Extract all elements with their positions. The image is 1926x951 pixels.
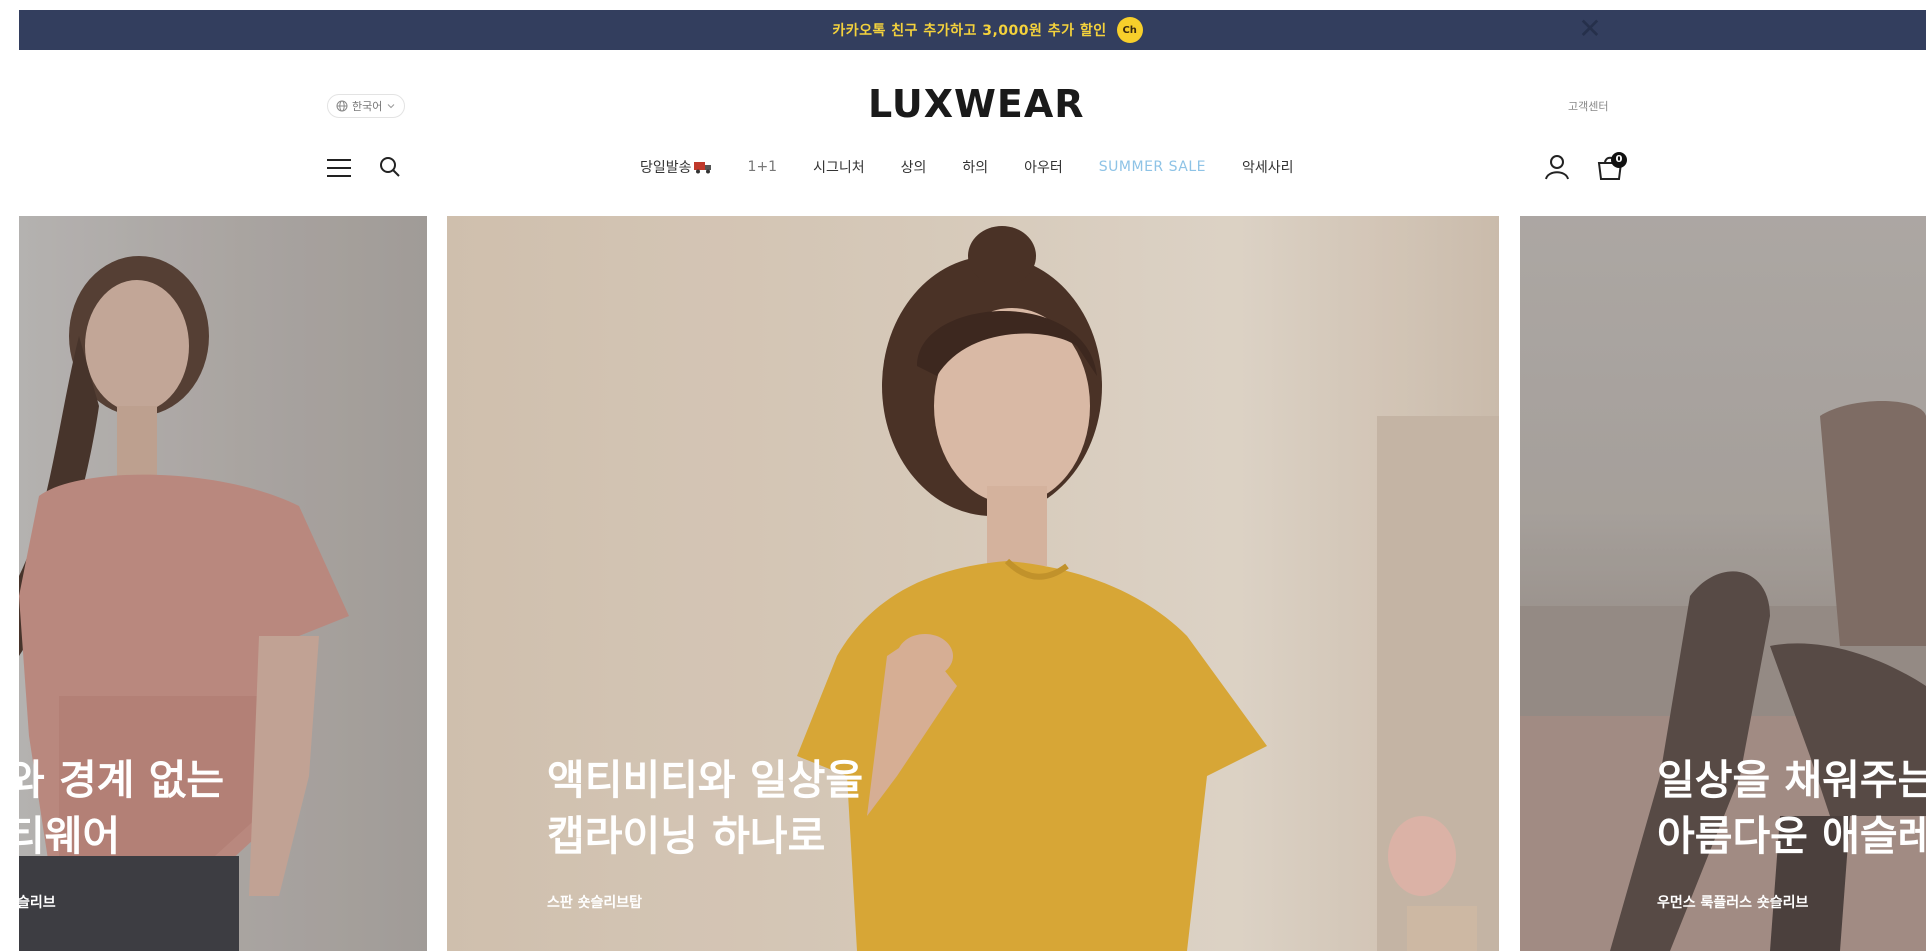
slide-title-line: 일상을 채워주는 — [1657, 756, 1926, 804]
customer-center-link[interactable]: 고객센터 — [1568, 98, 1608, 114]
nav-item-same-day-shipping[interactable]: 당일발송 — [640, 157, 712, 177]
slide-title: 일상을 채워주는 아름다운 애슬레 — [1657, 752, 1926, 864]
nav-item-outer[interactable]: 아우터 — [1024, 157, 1063, 177]
language-selector[interactable]: 한국어 — [327, 94, 406, 118]
slide-title-line: 와 경계 없는 — [19, 756, 225, 804]
slide-title: 액티비티와 일상을 캡라이닝 하나로 — [547, 752, 863, 864]
nav-item-summer-sale[interactable]: SUMMER SALE — [1099, 159, 1206, 175]
banner-slide-previous[interactable]: 와 경계 없는 티웨어 슬리브 — [19, 216, 427, 951]
truck-icon — [693, 162, 711, 174]
user-icon[interactable] — [1544, 153, 1570, 181]
promo-text[interactable]: 카카오톡 친구 추가하고 3,000원 추가 할인 — [832, 20, 1106, 40]
language-label: 한국어 — [352, 100, 383, 113]
cart-count-badge: 0 — [1611, 152, 1627, 168]
slide-title-line: 액티비티와 일상을 — [547, 756, 864, 804]
nav-item-bottoms[interactable]: 하의 — [962, 157, 988, 177]
hamburger-menu-icon[interactable] — [326, 156, 352, 180]
banner-slide-active[interactable]: 액티비티와 일상을 캡라이닝 하나로 스판 숏슬리브탑 — [447, 216, 1499, 951]
promo-banner[interactable]: 카카오톡 친구 추가하고 3,000원 추가 할인 Ch ✕ — [19, 10, 1926, 50]
slide-subtitle: 스판 숏슬리브탑 — [547, 895, 643, 911]
slide-title: 와 경계 없는 티웨어 — [19, 752, 224, 864]
kakao-channel-icon[interactable]: Ch — [1116, 17, 1143, 43]
slide-subtitle: 슬리브 — [19, 895, 56, 911]
nav-item-1plus1[interactable]: 1+1 — [748, 159, 778, 175]
nav-item-label: 당일발송 — [640, 160, 692, 176]
search-icon[interactable] — [378, 155, 402, 179]
banner-slide-next[interactable]: 일상을 채워주는 아름다운 애슬레 우먼스 룩플러스 숏슬리브 — [1520, 216, 1926, 951]
nav-item-tops[interactable]: 상의 — [901, 157, 927, 177]
nav-item-accessories[interactable]: 악세사리 — [1242, 157, 1294, 177]
nav-item-signature[interactable]: 시그니처 — [813, 157, 865, 177]
main-navigation: 당일발송 1+1 시그니처 상의 하의 아우터 SUMMER SALE 악세사리 — [640, 155, 1330, 179]
slide-subtitle: 우먼스 룩플러스 숏슬리브 — [1657, 895, 1809, 911]
close-icon[interactable]: ✕ — [1577, 15, 1603, 43]
site-logo[interactable]: LUXWEAR — [868, 82, 1084, 126]
chevron-down-icon — [388, 104, 395, 109]
slide-title-line: 티웨어 — [19, 812, 121, 860]
slide-title-line: 캡라이닝 하나로 — [547, 812, 826, 860]
globe-icon — [336, 100, 348, 112]
slide-title-line: 아름다운 애슬레 — [1657, 812, 1926, 860]
